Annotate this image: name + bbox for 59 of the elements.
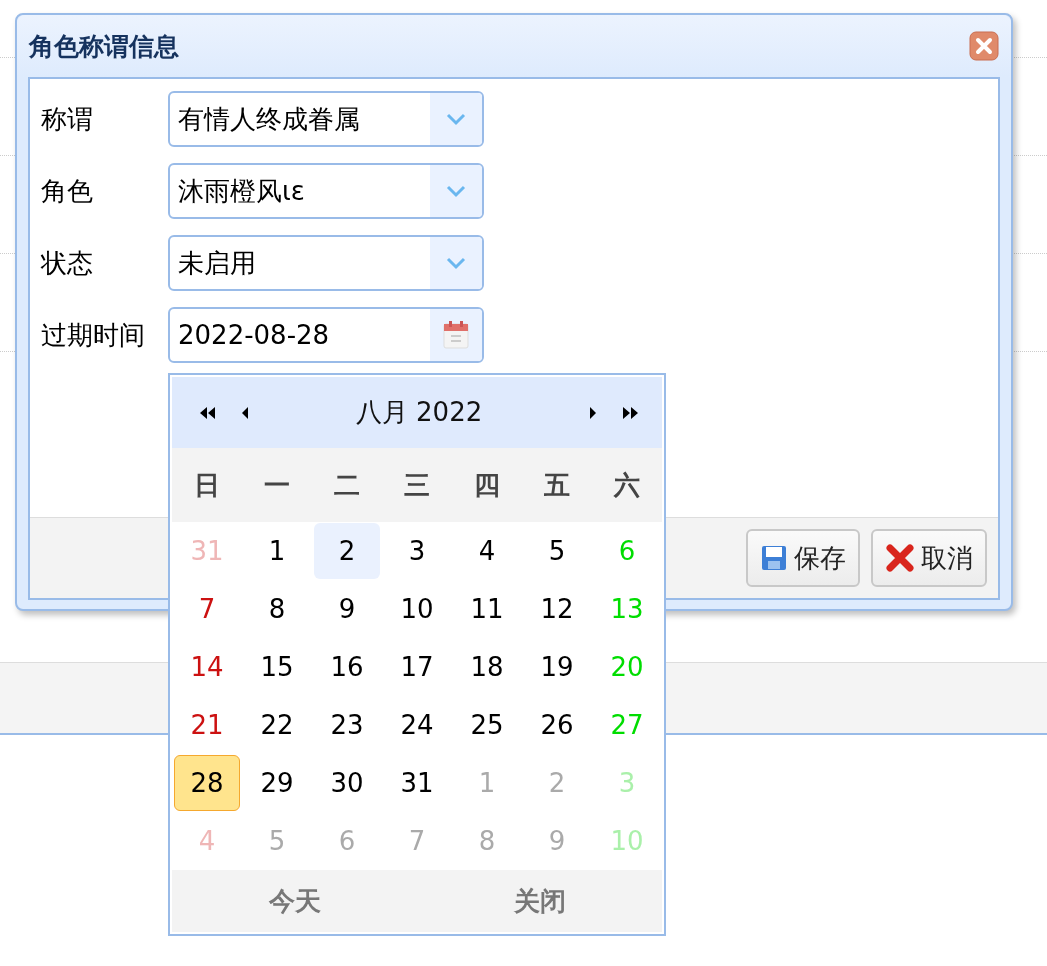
- calendar-day[interactable]: 18: [454, 639, 520, 695]
- calendar-icon: [442, 320, 470, 350]
- chevron-down-icon: [445, 256, 467, 270]
- calendar-day[interactable]: 3: [384, 523, 450, 579]
- today-button[interactable]: 今天: [262, 882, 327, 920]
- calendar-day[interactable]: 2: [314, 523, 380, 579]
- weekday-header: 四: [473, 468, 501, 502]
- calendar-day[interactable]: 25: [454, 697, 520, 753]
- weekday-header: 五: [543, 468, 571, 502]
- calendar-day[interactable]: 26: [524, 697, 590, 753]
- calendar-day[interactable]: 10: [384, 581, 450, 637]
- calendar-day[interactable]: 5: [524, 523, 590, 579]
- weekday-header: 日: [193, 468, 221, 502]
- calendar-day[interactable]: 8: [244, 581, 310, 637]
- calendar-day[interactable]: 31: [384, 755, 450, 811]
- calendar-day[interactable]: 29: [244, 755, 310, 811]
- dropdown-field[interactable]: 沐雨橙风ιε: [168, 163, 484, 219]
- field-label: 状态: [41, 246, 94, 280]
- calendar-day[interactable]: 19: [524, 639, 590, 695]
- field-label: 角色: [41, 174, 94, 208]
- cancel-button[interactable]: 取消: [871, 529, 987, 587]
- chevron-down-icon: [445, 112, 467, 126]
- calendar-day[interactable]: 21: [174, 697, 240, 753]
- field-label: 称谓: [41, 102, 94, 136]
- calendar-day[interactable]: 1: [244, 523, 310, 579]
- close-icon: [969, 31, 999, 61]
- double-left-arrow-icon: [198, 405, 218, 420]
- date-field[interactable]: 2022-08-28: [168, 307, 484, 363]
- calendar-day[interactable]: 16: [314, 639, 380, 695]
- weekday-header: 一: [263, 468, 291, 502]
- double-right-arrow-icon: [620, 405, 640, 420]
- cross-icon: [885, 543, 915, 573]
- close-button[interactable]: [969, 31, 999, 61]
- dropdown-field[interactable]: 未启用: [168, 235, 484, 291]
- calendar-day[interactable]: 24: [384, 697, 450, 753]
- dropdown-field[interactable]: 有情人终成眷属: [168, 91, 484, 147]
- month-title: 八月 2022: [354, 396, 484, 429]
- chevron-down-icon: [445, 184, 467, 198]
- left-arrow-icon: [240, 405, 250, 420]
- field-label: 过期时间: [41, 318, 146, 352]
- calendar-day[interactable]: 7: [174, 581, 240, 637]
- calendar-day[interactable]: 30: [314, 755, 380, 811]
- calendar-day[interactable]: 12: [524, 581, 590, 637]
- calendar-day[interactable]: 28: [174, 755, 240, 811]
- calendar-day[interactable]: 22: [244, 697, 310, 753]
- close-calendar-button[interactable]: 关闭: [507, 882, 572, 920]
- window-title: 角色称谓信息: [29, 30, 179, 63]
- weekday-header: 二: [333, 468, 361, 502]
- calendar-day[interactable]: 14: [174, 639, 240, 695]
- right-arrow-icon: [588, 405, 598, 420]
- calendar-day[interactable]: 11: [454, 581, 520, 637]
- calendar-day[interactable]: 4: [454, 523, 520, 579]
- weekday-header: 三: [403, 468, 431, 502]
- calendar-day[interactable]: 9: [314, 581, 380, 637]
- calendar-day[interactable]: 15: [244, 639, 310, 695]
- weekday-header: 六: [612, 468, 641, 502]
- save-button[interactable]: 保存: [746, 529, 860, 587]
- calendar-day[interactable]: 23: [314, 697, 380, 753]
- calendar-day[interactable]: 17: [384, 639, 450, 695]
